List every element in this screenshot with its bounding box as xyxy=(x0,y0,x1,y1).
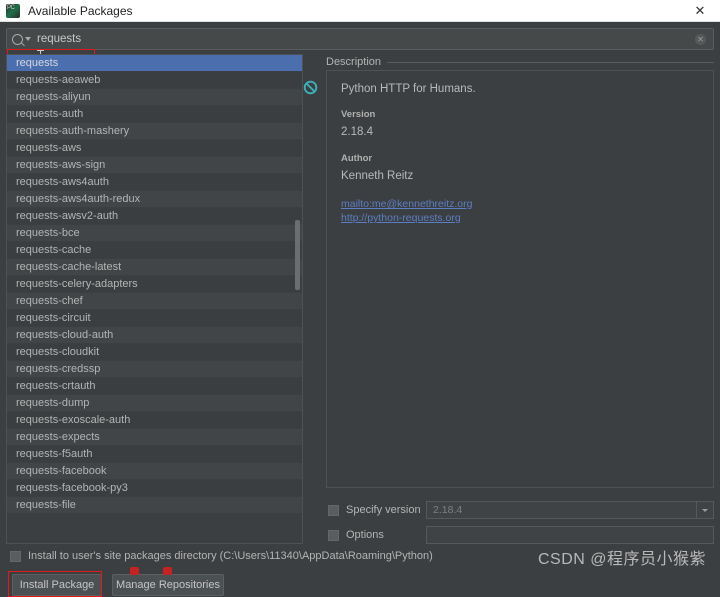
options-input[interactable] xyxy=(426,526,714,544)
close-icon[interactable]: ✕ xyxy=(680,0,720,22)
specify-version-label: Specify version xyxy=(346,504,421,516)
chevron-down-icon[interactable] xyxy=(696,502,713,518)
options-checkbox[interactable] xyxy=(328,529,339,541)
list-item[interactable]: requests-aws4auth xyxy=(7,174,302,191)
clear-icon[interactable]: ✕ xyxy=(695,33,706,45)
packages-scrollbar[interactable] xyxy=(294,55,301,543)
package-links: mailto:me@kennethreitz.org http://python… xyxy=(341,197,699,225)
list-item[interactable]: requests-aws-sign xyxy=(7,157,302,174)
list-item[interactable]: requests-aeaweb xyxy=(7,72,302,89)
list-item[interactable]: requests-circuit xyxy=(7,310,302,327)
list-item[interactable]: requests-cloud-auth xyxy=(7,327,302,344)
list-item[interactable]: requests-auth xyxy=(7,106,302,123)
author-value: Kenneth Reitz xyxy=(341,170,414,182)
search-input[interactable]: requests xyxy=(34,33,695,45)
author-label: Author xyxy=(341,153,373,164)
list-item[interactable]: requests-celery-adapters xyxy=(7,276,302,293)
list-item[interactable]: requests-facebook-py3 xyxy=(7,480,302,497)
version-combobox[interactable]: 2.18.4 xyxy=(426,501,714,519)
list-item[interactable]: requests-aliyun xyxy=(7,89,302,106)
list-item[interactable]: requests-file xyxy=(7,497,302,514)
list-item[interactable]: requests-dump xyxy=(7,395,302,412)
options-row: Options xyxy=(328,525,384,545)
install-package-button[interactable]: Install Package xyxy=(12,574,102,596)
version-label: Version xyxy=(341,109,376,120)
list-item[interactable]: requests-cache xyxy=(7,242,302,259)
specify-version-checkbox[interactable] xyxy=(328,504,339,516)
search-icon[interactable] xyxy=(7,33,34,45)
scrollbar-thumb[interactable] xyxy=(295,220,300,290)
options-label: Options xyxy=(346,529,384,541)
chevron-down-icon xyxy=(25,37,31,41)
packages-list[interactable]: requests requests-aeaweb requests-aliyun re… xyxy=(6,54,303,544)
install-to-user-label: Install to user's site packages director… xyxy=(28,550,433,562)
list-item[interactable]: requests-exoscale-auth xyxy=(7,412,302,429)
list-item[interactable]: requests-credssp xyxy=(7,361,302,378)
description-legend-label: Description xyxy=(326,56,382,68)
list-item[interactable]: requests-expects xyxy=(7,429,302,446)
legend-divider xyxy=(387,61,714,63)
version-combobox-value: 2.18.4 xyxy=(433,504,463,516)
window-title: Available Packages xyxy=(28,3,133,18)
list-item[interactable]: requests-chef xyxy=(7,293,302,310)
link-mailto[interactable]: mailto:me@kennethreitz.org xyxy=(341,197,699,211)
list-item[interactable]: requests-awsv2-auth xyxy=(7,208,302,225)
list-item[interactable]: requests-crtauth xyxy=(7,378,302,395)
list-item[interactable]: requests-aws xyxy=(7,140,302,157)
specify-version-row: Specify version xyxy=(328,500,421,520)
list-item[interactable]: requests xyxy=(7,55,302,72)
watermark: CSDN @程序员小猴紫 xyxy=(537,551,706,568)
list-item[interactable]: requests-bce xyxy=(7,225,302,242)
list-item[interactable]: requests-cache-latest xyxy=(7,259,302,276)
list-item[interactable]: requests-facebook xyxy=(7,463,302,480)
packages-list-body: requests requests-aeaweb requests-aliyun re… xyxy=(7,55,302,514)
list-item[interactable]: requests-cloudkit xyxy=(7,344,302,361)
package-summary: Python HTTP for Humans. xyxy=(341,83,476,95)
install-to-user-row: Install to user's site packages director… xyxy=(10,550,433,562)
refresh-icon[interactable] xyxy=(303,80,318,95)
list-item[interactable]: requests-aws4auth-redux xyxy=(7,191,302,208)
version-value: 2.18.4 xyxy=(341,126,373,138)
description-legend: Description xyxy=(326,56,714,68)
window-titlebar: Available Packages ✕ xyxy=(0,0,720,22)
link-homepage[interactable]: http://python-requests.org xyxy=(341,211,699,225)
pycharm-icon xyxy=(6,3,20,18)
available-packages-dialog: requests ✕ requests requests-aeaweb reques… xyxy=(0,22,720,597)
description-panel: Description Python HTTP for Humans. Vers… xyxy=(326,56,714,488)
install-to-user-checkbox[interactable] xyxy=(10,550,21,562)
list-item[interactable]: requests-auth-mashery xyxy=(7,123,302,140)
description-body: Python HTTP for Humans. Version 2.18.4 A… xyxy=(326,70,714,488)
list-item[interactable]: requests-f5auth xyxy=(7,446,302,463)
manage-repositories-button[interactable]: Manage Repositories xyxy=(112,574,224,596)
magnifier-glyph xyxy=(12,33,23,45)
search-bar[interactable]: requests ✕ xyxy=(6,28,714,50)
